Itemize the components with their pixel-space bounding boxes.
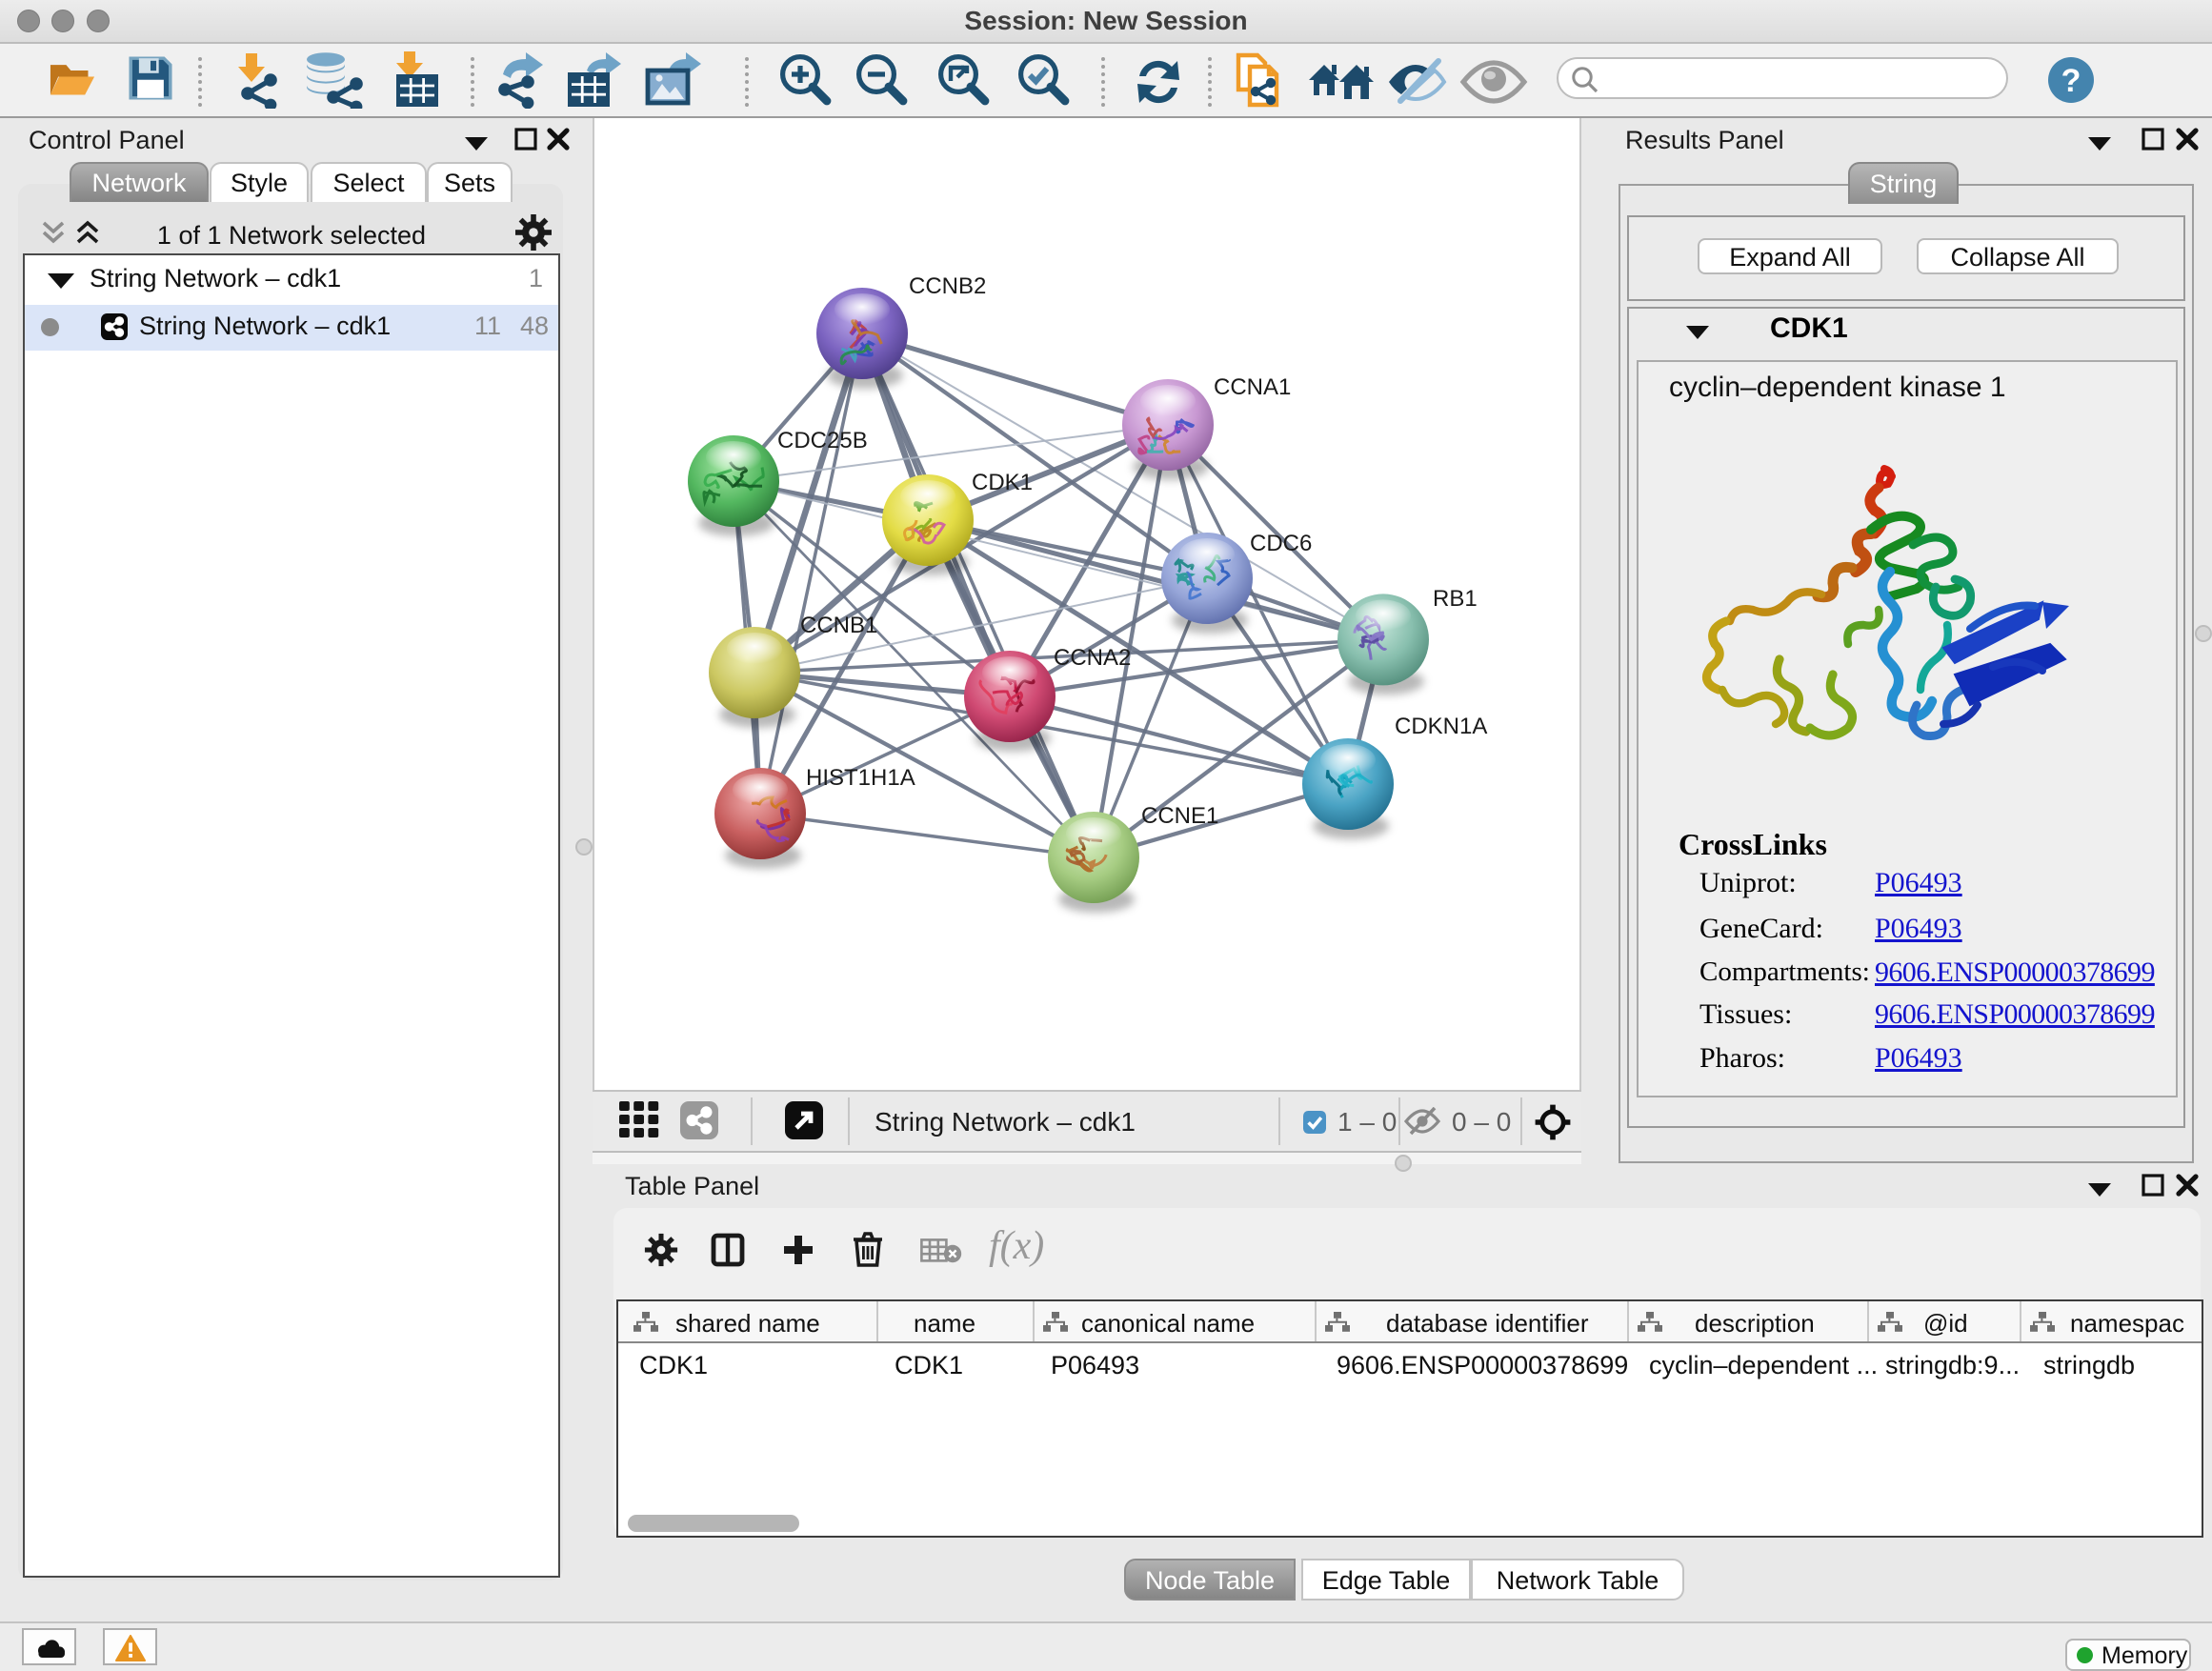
svg-text:RB1: RB1 bbox=[1433, 586, 1478, 612]
svg-text:?: ? bbox=[2061, 63, 2081, 99]
svg-text:CDC25B: CDC25B bbox=[777, 428, 868, 453]
svg-text:CCNE1: CCNE1 bbox=[1141, 803, 1218, 829]
svg-text:CDK1: CDK1 bbox=[972, 470, 1033, 495]
svg-text:HIST1H1A: HIST1H1A bbox=[806, 765, 915, 791]
svg-text:CCNB1: CCNB1 bbox=[800, 613, 877, 638]
svg-text:CDKN1A: CDKN1A bbox=[1395, 714, 1487, 739]
svg-text:CCNB2: CCNB2 bbox=[909, 273, 986, 299]
svg-text:CCNA1: CCNA1 bbox=[1214, 374, 1291, 400]
svg-text:CDC6: CDC6 bbox=[1250, 531, 1312, 556]
svg-text:CCNA2: CCNA2 bbox=[1054, 645, 1131, 671]
